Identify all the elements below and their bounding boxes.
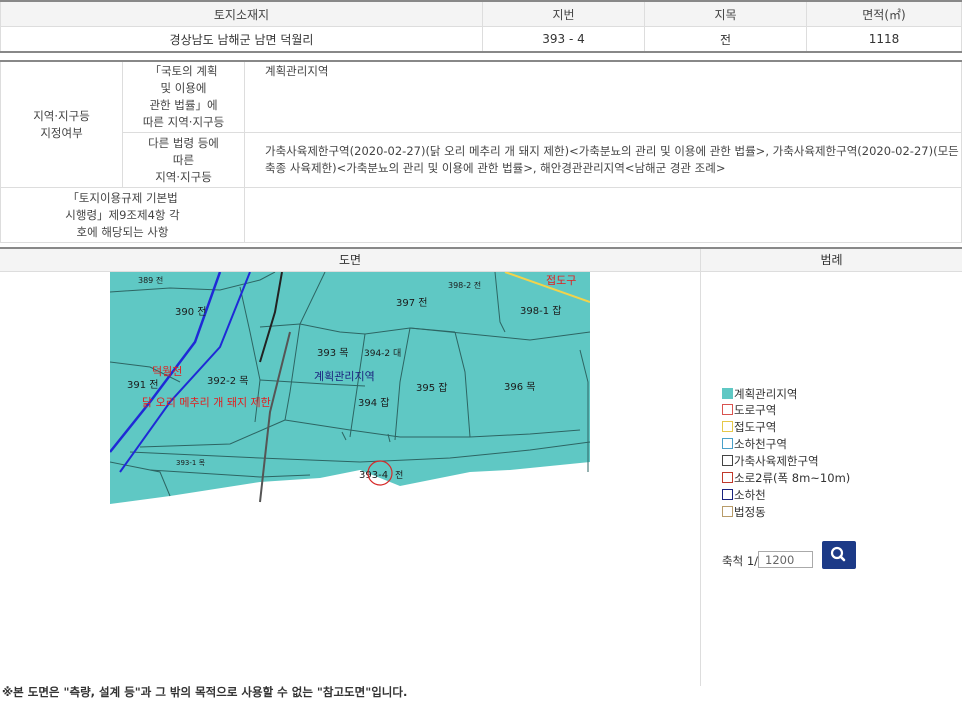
label-398-2: 398-2 전 xyxy=(448,280,481,290)
decree-value xyxy=(244,187,962,243)
legend-swatch xyxy=(722,421,733,432)
legend-swatch xyxy=(722,404,733,415)
label-391: 391 전 xyxy=(127,379,158,391)
legend-swatch xyxy=(722,438,733,449)
label-393-4-use: 전 xyxy=(395,470,403,481)
stream-label: 덕월천 xyxy=(152,364,182,378)
cell-land-category: 전 xyxy=(644,26,807,53)
legend-item: 소하천구역 xyxy=(722,436,787,453)
legend-label: 소하천구역 xyxy=(734,437,787,451)
land-table-header-row: 토지소재지 지번 지목 면적(㎡) xyxy=(0,0,962,27)
label-398-1: 398-1 잡 xyxy=(520,305,561,317)
label-394-2: 394-2 대 xyxy=(364,348,401,359)
legend-item: 계획관리지역 xyxy=(722,386,797,403)
legend-label: 도로구역 xyxy=(734,403,777,417)
label-393-1: 393-1 목 xyxy=(176,459,206,467)
scale-label: 축척 1/ xyxy=(722,554,759,568)
label-393: 393 목 xyxy=(317,347,348,359)
header-area: 면적(㎡) xyxy=(806,0,962,27)
legend-swatch xyxy=(722,506,733,517)
legend-label: 가축사육제한구역 xyxy=(734,454,819,468)
legend-item: 가축사육제한구역 xyxy=(722,453,819,470)
legend-item: 도로구역 xyxy=(722,402,776,419)
legend-item: 소하천 xyxy=(722,487,766,504)
legend-label: 접도구역 xyxy=(734,420,777,434)
label-395: 395 잡 xyxy=(416,382,447,394)
cadastral-map[interactable]: 389 전 390 전 397 전 398-2 전 398-1 잡 393 목 … xyxy=(110,272,590,506)
legend-swatch xyxy=(722,388,733,399)
cell-lot-number: 393 - 4 xyxy=(482,26,645,53)
legend-swatch xyxy=(722,489,733,500)
footer-note: ※본 도면은 "측량, 설계 등"과 그 밖의 목적으로 사용할 수 없는 "참… xyxy=(2,685,408,699)
header-lot-number: 지번 xyxy=(482,0,645,27)
zone-label: 계획관리지역 xyxy=(314,370,375,383)
cell-location: 경상남도 남해군 남면 덕월리 xyxy=(0,26,483,53)
decree-label: 「토지이용규제 기본법 시행령」제9조제4항 각 호에 해당되는 사항 xyxy=(0,187,245,243)
label-392-2: 392-2 목 xyxy=(207,375,248,387)
map-header: 도면 xyxy=(0,249,700,272)
roadside-label: 접도구 xyxy=(546,274,576,287)
legend-label: 소로2류(폭 8m~10m) xyxy=(734,471,851,485)
search-button[interactable] xyxy=(822,541,856,569)
map-divider xyxy=(700,249,701,686)
legend-label: 법정동 xyxy=(734,505,766,519)
cell-area: 1118 xyxy=(806,26,962,53)
scale-input[interactable] xyxy=(758,551,813,568)
header-location: 토지소재지 xyxy=(0,0,483,27)
label-397: 397 전 xyxy=(396,297,427,309)
legend-item: 소로2류(폭 8m~10m) xyxy=(722,470,850,487)
zoning-section-label: 지역·지구등 지정여부 xyxy=(0,60,123,188)
label-393-4: 393-4 xyxy=(359,470,388,481)
zoning-table: 지역·지구등 지정여부 「국토의 계획 및 이용에 관한 법률」에 따른 지역·… xyxy=(0,60,962,243)
national-act-label: 「국토의 계획 및 이용에 관한 법률」에 따른 지역·지구등 xyxy=(122,60,245,133)
land-info-table: 토지소재지 지번 지목 면적(㎡) 경상남도 남해군 남면 덕월리 393 - … xyxy=(0,0,962,53)
label-396: 396 목 xyxy=(504,381,535,393)
legend-item: 접도구역 xyxy=(722,419,776,436)
other-laws-value: 가축사육제한구역(2020-02-27)(닭 오리 메추리 개 돼지 제한)<가… xyxy=(244,132,962,188)
label-390: 390 전 xyxy=(175,306,206,318)
other-laws-label: 다른 법령 등에 따른 지역·지구등 xyxy=(122,132,245,188)
legend-swatch xyxy=(722,472,733,483)
legend-header: 범례 xyxy=(701,249,962,272)
legend-swatch xyxy=(722,455,733,466)
legend-label: 소하천 xyxy=(734,488,766,502)
header-land-category: 지목 xyxy=(644,0,807,27)
label-389: 389 전 xyxy=(138,275,163,285)
legend-label: 계획관리지역 xyxy=(734,387,798,401)
search-icon xyxy=(830,546,846,562)
restriction-label: 닭 오리 메추리 개 돼지 제한 xyxy=(142,396,271,409)
legend-item: 법정동 xyxy=(722,504,766,521)
land-table-row: 경상남도 남해군 남면 덕월리 393 - 4 전 1118 xyxy=(0,26,962,53)
label-394: 394 잡 xyxy=(358,397,389,409)
national-act-value: 계획관리지역 xyxy=(244,60,962,133)
